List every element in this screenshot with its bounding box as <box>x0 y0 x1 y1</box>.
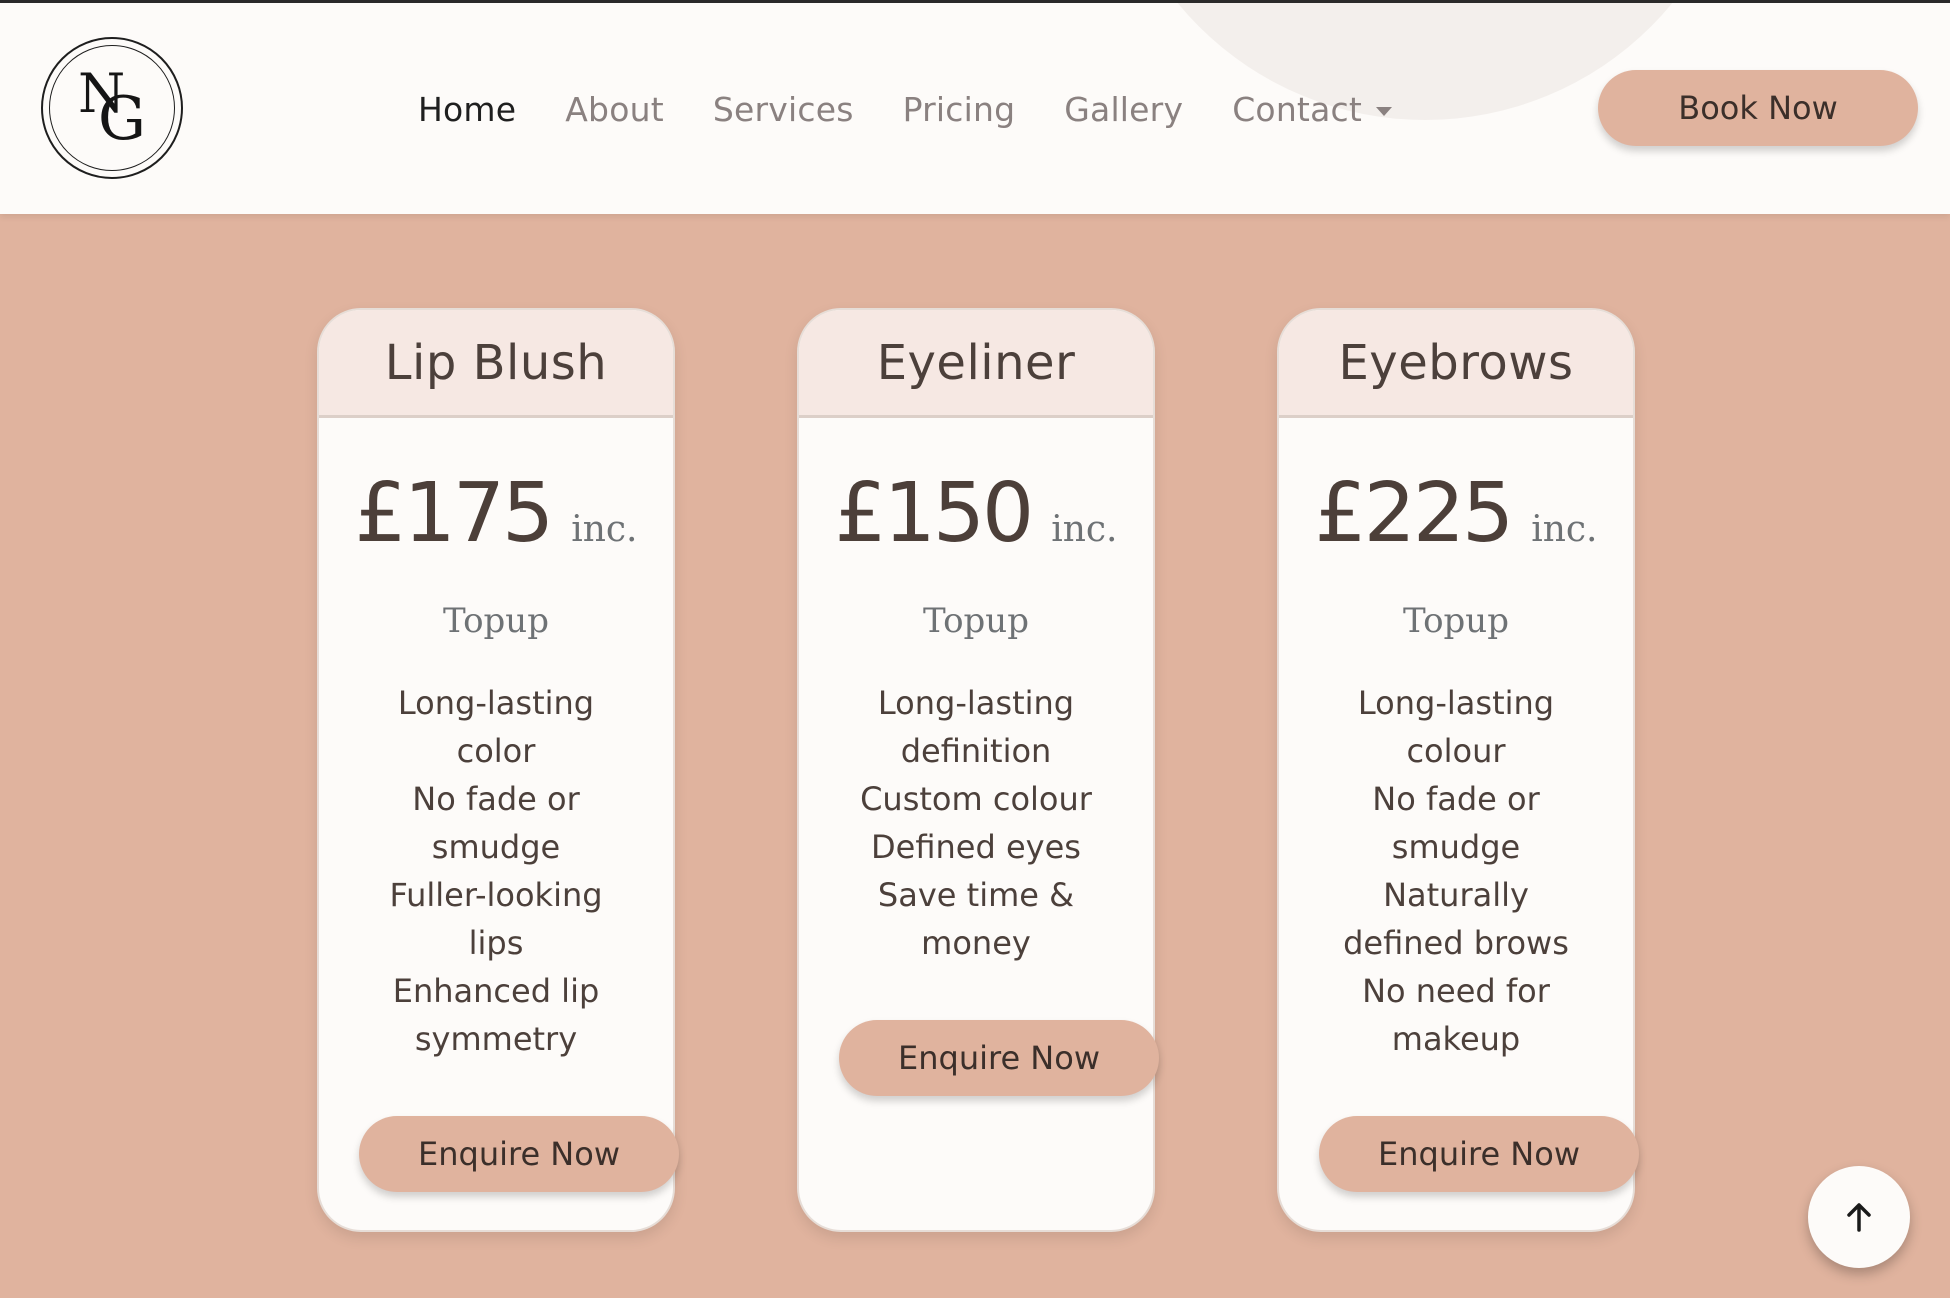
book-now-button[interactable]: Book Now <box>1598 70 1918 146</box>
feature-line: money <box>921 924 1031 962</box>
site-logo[interactable]: N G <box>41 37 183 179</box>
feature-line: Long-lasting <box>397 684 595 722</box>
feature-line: Enhanced lip <box>392 972 600 1010</box>
feature-line: No fade or <box>1372 780 1540 818</box>
feature-list: Long-lasting definition Custom colour De… <box>799 679 1153 967</box>
card-title: Lip Blush <box>319 310 673 418</box>
card-title: Eyeliner <box>799 310 1153 418</box>
back-to-top-button[interactable] <box>1808 1166 1910 1268</box>
feature-line: makeup <box>1391 1020 1521 1058</box>
feature-line: Defined eyes <box>871 828 1081 866</box>
price-row: £225 inc. <box>1279 466 1633 561</box>
enquire-now-button[interactable]: Enquire Now <box>1319 1116 1639 1192</box>
enquire-now-button[interactable]: Enquire Now <box>839 1020 1159 1096</box>
price-suffix: inc. <box>1051 509 1118 550</box>
feature-line: smudge <box>1391 828 1521 866</box>
feature-line: Save time & <box>877 876 1075 914</box>
top-border <box>0 0 1950 3</box>
card-subtitle: Topup <box>443 601 549 641</box>
feature-line: Custom colour <box>860 780 1092 818</box>
price: £175 <box>354 466 555 561</box>
card-title: Eyebrows <box>1279 310 1633 418</box>
feature-line: definition <box>900 732 1052 770</box>
enquire-now-button[interactable]: Enquire Now <box>359 1116 679 1192</box>
feature-line: color <box>456 732 536 770</box>
card-subtitle: Topup <box>1403 601 1509 641</box>
feature-list: Long-lasting color No fade or smudge Ful… <box>319 679 673 1063</box>
price: £150 <box>834 466 1035 561</box>
feature-line: Naturally <box>1383 876 1529 914</box>
caret-down-icon <box>1375 106 1392 116</box>
arrow-up-icon <box>1847 1203 1871 1232</box>
feature-line: defined brows <box>1343 924 1569 962</box>
nav-contact-label: Contact <box>1232 89 1362 129</box>
nav-contact[interactable]: Contact <box>1232 90 1392 129</box>
feature-list: Long-lasting colour No fade or smudge Na… <box>1279 679 1633 1063</box>
main-nav: Home About Services Pricing Gallery Cont… <box>418 84 1441 134</box>
nav-about[interactable]: About <box>565 90 664 129</box>
feature-line: colour <box>1406 732 1506 770</box>
nav-gallery[interactable]: Gallery <box>1064 90 1183 129</box>
price-suffix: inc. <box>1531 509 1598 550</box>
logo-letter-g: G <box>98 84 146 154</box>
price: £225 <box>1314 466 1515 561</box>
feature-line: Long-lasting <box>1357 684 1555 722</box>
feature-line: symmetry <box>414 1020 578 1058</box>
nav-pricing[interactable]: Pricing <box>903 90 1016 129</box>
feature-line: Long-lasting <box>877 684 1075 722</box>
feature-line: No fade or <box>412 780 580 818</box>
nav-home[interactable]: Home <box>418 90 516 129</box>
feature-line: smudge <box>431 828 561 866</box>
price-row: £150 inc. <box>799 466 1153 561</box>
pricing-card-eyebrows: Eyebrows £225 inc. Topup Long-lasting co… <box>1277 308 1639 1232</box>
pricing-card-lip-blush: Lip Blush £175 inc. Topup Long-lasting c… <box>317 308 679 1232</box>
nav-services[interactable]: Services <box>713 90 854 129</box>
card-subtitle: Topup <box>923 601 1029 641</box>
site-header: N G Home About Services Pricing Gallery … <box>0 0 1950 214</box>
feature-line: lips <box>468 924 524 962</box>
pricing-card-eyeliner: Eyeliner £150 inc. Topup Long-lasting de… <box>797 308 1159 1232</box>
price-row: £175 inc. <box>319 466 673 561</box>
price-suffix: inc. <box>571 509 638 550</box>
feature-line: No need for <box>1362 972 1550 1010</box>
feature-line: Fuller-looking <box>389 876 603 914</box>
